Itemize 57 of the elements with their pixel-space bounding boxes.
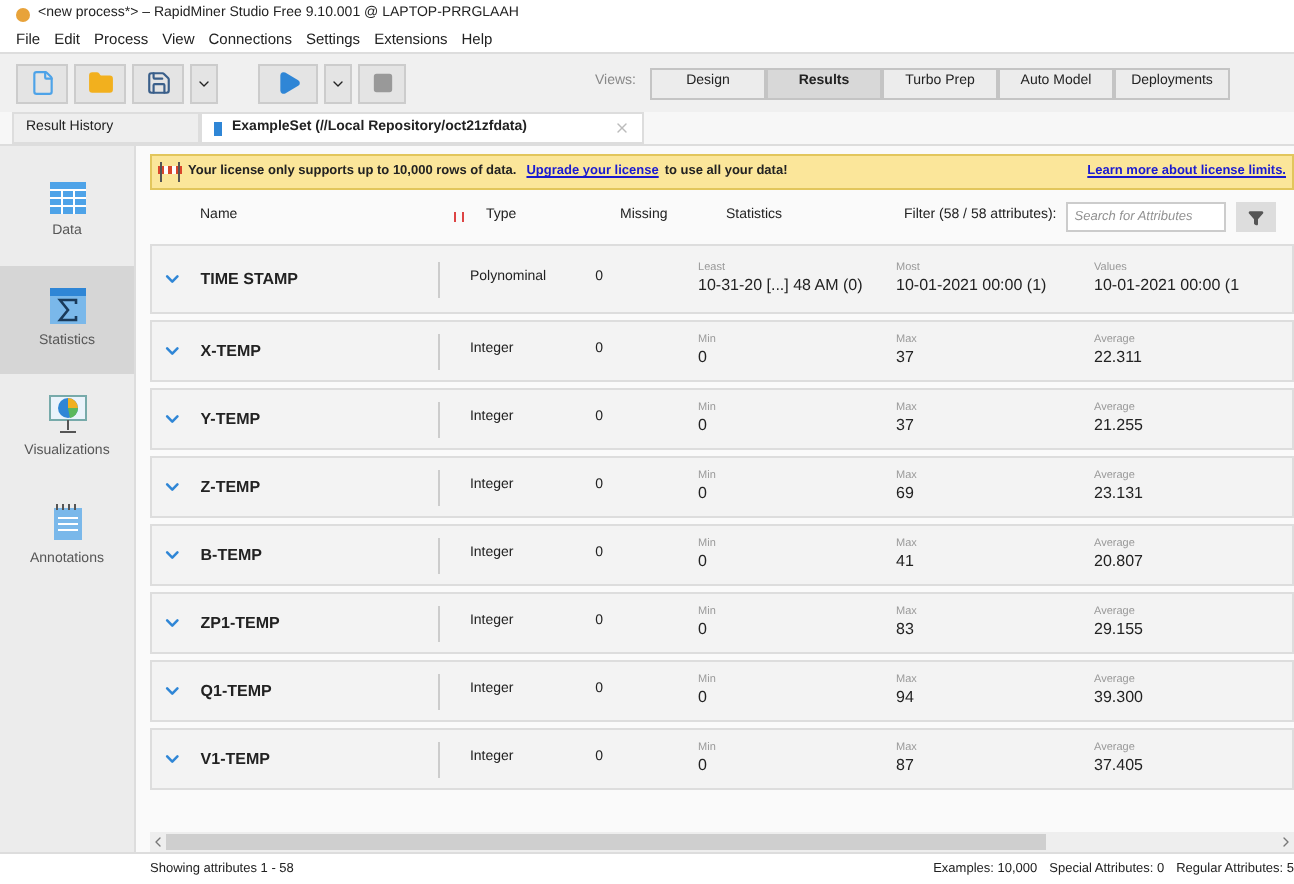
statistic-value: 0 (698, 484, 709, 504)
close-icon[interactable] (614, 120, 630, 136)
statistic-value: 87 (896, 756, 916, 776)
save-icon (145, 70, 171, 96)
new-file-button[interactable] (16, 63, 68, 103)
play-icon (275, 70, 301, 96)
statistic-value: 94 (896, 688, 916, 708)
app-logo-icon (16, 7, 30, 21)
statistic-value: 37 (896, 416, 916, 436)
attribute-name: X-TEMP (200, 339, 264, 363)
attribute-name: V1-TEMP (200, 747, 272, 771)
statistic-value: 29.155 (1094, 620, 1145, 640)
presentation-chart-icon (47, 393, 87, 434)
attribute-name: Z-TEMP (200, 475, 263, 499)
attribute-name: Q1-TEMP (200, 679, 274, 703)
horizontal-scrollbar[interactable] (150, 832, 1294, 852)
statistic-value: 37 (896, 348, 916, 368)
statistic-value: 21.255 (1094, 416, 1145, 436)
filter-button[interactable] (1236, 202, 1277, 232)
statistic-value: 41 (896, 552, 916, 572)
attribute-name: Y-TEMP (200, 407, 263, 431)
barrier-icon (158, 162, 182, 182)
statistic-value: 37.405 (1094, 756, 1145, 776)
table-icon (49, 181, 85, 214)
statistic-value: 0 (698, 620, 709, 640)
statistic-value: 0 (698, 688, 709, 708)
statistic-value: 0 (698, 348, 709, 368)
dropdown-button[interactable] (324, 63, 352, 103)
notepad-icon (51, 501, 83, 542)
statistic-value: 0 (698, 756, 709, 776)
scroll-right-icon[interactable] (1278, 834, 1294, 850)
folder-icon (87, 70, 113, 96)
filter-icon (1248, 209, 1265, 225)
statistic-value: 0 (698, 552, 709, 572)
stop-icon (371, 72, 393, 94)
attribute-name: TIME STAMP (200, 267, 301, 291)
statistic-value: 69 (896, 484, 916, 504)
save-button[interactable] (132, 63, 184, 103)
statistic-value: 10-01-2021 00:00 (1 (1094, 276, 1242, 296)
sigma-table-icon (49, 287, 85, 324)
data-icon (214, 121, 222, 135)
statistic-value: 39.300 (1094, 688, 1145, 708)
scroll-left-icon[interactable] (150, 834, 166, 850)
stop-button[interactable] (358, 63, 406, 103)
column-resize-icon[interactable] (454, 212, 464, 222)
run-button[interactable] (258, 63, 318, 103)
statistic-value: 20.807 (1094, 552, 1145, 572)
attribute-name: B-TEMP (200, 543, 264, 567)
dropdown-button[interactable] (190, 63, 218, 103)
statistic-value: 22.311 (1094, 348, 1144, 368)
statistic-value: 10-01-2021 00:00 (1) (896, 276, 1049, 296)
statistic-value: 0 (698, 416, 709, 436)
attribute-name: ZP1-TEMP (200, 611, 282, 635)
file-icon (29, 70, 55, 96)
statistic-value: 10-31-20 [...] 48 AM (0) (698, 276, 865, 296)
statistic-value: 83 (896, 620, 916, 640)
statistic-value: 23.131 (1094, 484, 1145, 504)
